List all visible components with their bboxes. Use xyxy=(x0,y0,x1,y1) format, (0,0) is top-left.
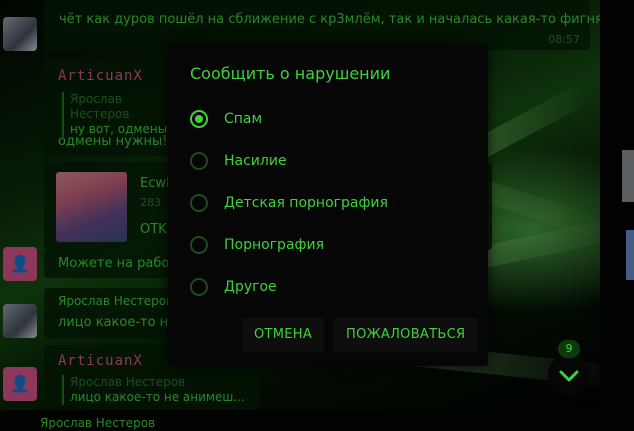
option-label: Насилие xyxy=(224,153,287,169)
radio-button[interactable] xyxy=(190,194,208,212)
option-label: Порнография xyxy=(224,237,325,253)
scroll-down-button[interactable] xyxy=(548,354,590,396)
option-child-abuse[interactable]: Детская порнография xyxy=(190,192,388,214)
option-other[interactable]: Другое xyxy=(190,276,277,298)
chevron-down-icon xyxy=(559,370,579,382)
unread-count-badge: 9 xyxy=(558,340,580,358)
dialog-title: Сообщить о нарушении xyxy=(190,64,391,83)
option-label: Детская порнография xyxy=(224,195,388,211)
cancel-button[interactable]: ОТМЕНА xyxy=(242,318,325,352)
option-label: Другое xyxy=(224,279,277,295)
option-pornography[interactable]: Порнография xyxy=(190,234,324,256)
option-spam[interactable]: Спам xyxy=(190,108,262,130)
option-violence[interactable]: Насилие xyxy=(190,150,287,172)
report-dialog: Сообщить о нарушении Спам Насилие Детска… xyxy=(168,44,488,366)
report-button[interactable]: ПОЖАЛОВАТЬСЯ xyxy=(334,318,478,352)
option-label: Спам xyxy=(224,111,263,127)
radio-button[interactable] xyxy=(190,152,208,170)
radio-button[interactable] xyxy=(190,110,208,128)
radio-button[interactable] xyxy=(190,278,208,296)
radio-button[interactable] xyxy=(190,236,208,254)
